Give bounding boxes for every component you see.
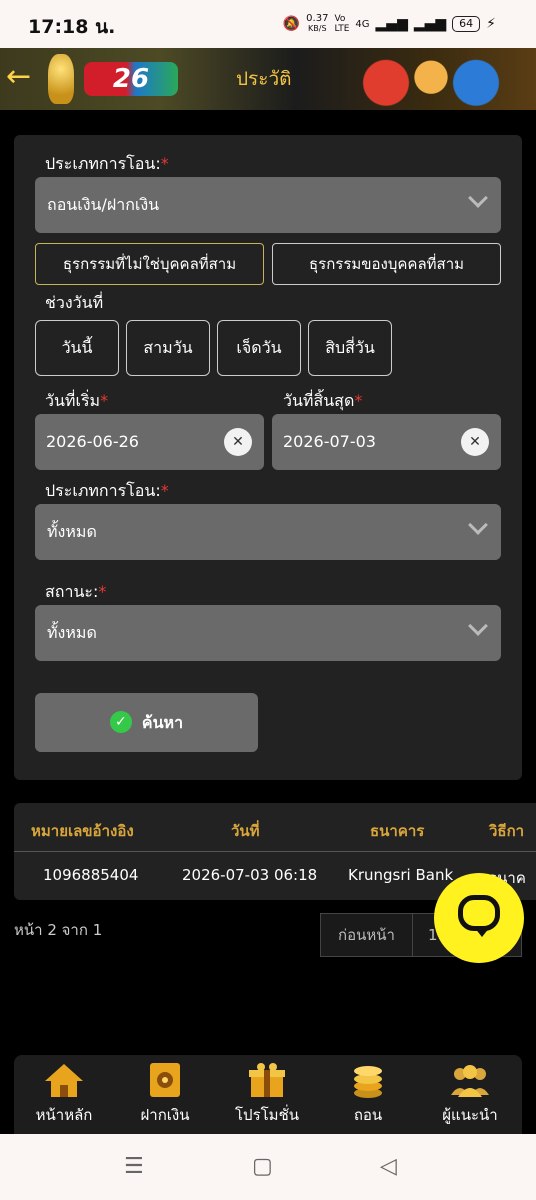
signal-icon: ▂▄▆ <box>375 16 408 32</box>
status-value: ทั้งหมด <box>47 623 97 642</box>
network-speed: 0.37 KB/S <box>306 14 328 34</box>
column-header-method: วิธีกา <box>489 822 525 840</box>
speed-unit: KB/S <box>308 24 327 33</box>
search-button[interactable]: ✓ ค้นหา <box>35 693 258 752</box>
required-mark: * <box>100 391 109 410</box>
nav-home[interactable]: หน้าหลัก <box>14 1061 114 1127</box>
nav-deposit-label: ฝากเงิน <box>140 1106 190 1124</box>
required-mark: * <box>354 391 363 410</box>
column-header-bank: ธนาคาร <box>370 822 425 840</box>
clear-end-date-icon[interactable]: ✕ <box>461 428 489 456</box>
status-label-text: สถานะ: <box>45 582 99 601</box>
menu-icon[interactable]: ☰ <box>124 1154 144 1179</box>
search-button-label: ค้นหา <box>141 713 184 732</box>
transfer-type-label-text: ประเภทการโอน: <box>45 154 161 173</box>
range-seven-days-button[interactable]: เจ็ดวัน <box>217 320 301 376</box>
chevron-down-icon <box>468 515 488 535</box>
mascots-image <box>356 52 506 108</box>
trophy-icon <box>48 54 74 104</box>
start-date-field[interactable]: 2026-06-26 ✕ <box>35 414 264 470</box>
date-range-label: ช่วงวันที่ <box>45 293 104 312</box>
tab-third-party[interactable]: ธุรกรรมของบุคคลที่สาม <box>272 243 501 285</box>
end-date-value: 2026-07-03 <box>283 432 376 451</box>
start-date-label: วันที่เริ่ม* <box>45 389 108 414</box>
table-cell-bank: Krungsri Bank <box>348 866 454 884</box>
end-date-field[interactable]: 2026-07-03 ✕ <box>272 414 501 470</box>
chat-button[interactable] <box>434 873 524 963</box>
nav-promotion-label: โปรโมชั่น <box>234 1106 299 1124</box>
range-fourteen-days-button[interactable]: สิบสี่วัน <box>308 320 392 376</box>
mute-icon: 🔕 <box>282 16 301 32</box>
coins-icon <box>347 1061 389 1099</box>
table-cell-reference: 1096885404 <box>43 866 139 884</box>
signal-icon-2: ▂▄▆ <box>413 16 447 32</box>
back-triangle-icon[interactable]: ◁ <box>380 1154 397 1179</box>
speed-value: 0.37 <box>306 13 329 24</box>
type-label-text: ประเภทการโอน: <box>45 481 161 500</box>
home-square-icon[interactable]: ▢ <box>252 1154 273 1179</box>
column-header-date: วันที่ <box>231 822 260 840</box>
range-three-days-button[interactable]: สามวัน <box>126 320 210 376</box>
start-date-label-text: วันที่เริ่ม <box>45 391 101 410</box>
transfer-type-select[interactable]: ถอนเงิน/ฝากเงิน <box>35 177 501 233</box>
people-icon <box>449 1061 491 1099</box>
nav-withdraw-label: ถอน <box>353 1106 383 1124</box>
type-select[interactable]: ทั้งหมด <box>35 504 501 560</box>
status-icons: 🔕 0.37 KB/S Vo LTE 4G ▂▄▆ ▂▄▆ 64 ⚡ <box>282 14 496 35</box>
filter-card: ประเภทการโอน:* ถอนเงิน/ฝากเงิน ธุรกรรมที… <box>14 135 522 780</box>
home-icon <box>43 1061 85 1099</box>
type-label: ประเภทการโอน:* <box>45 479 169 504</box>
status-bar: 17:18 น. 🔕 0.37 KB/S Vo LTE 4G ▂▄▆ ▂▄▆ 64… <box>0 0 536 48</box>
chevron-down-icon <box>468 188 488 208</box>
clear-start-date-icon[interactable]: ✕ <box>224 428 252 456</box>
header-banner: ← 26 ประวัติ <box>0 48 536 110</box>
nav-home-label: หน้าหลัก <box>35 1106 93 1124</box>
nav-deposit[interactable]: ฝากเงิน <box>115 1061 215 1127</box>
nav-referrer-label: ผู้แนะนำ <box>442 1106 498 1124</box>
end-date-label: วันที่สิ้นสุด* <box>283 389 362 414</box>
chevron-down-icon <box>468 616 488 636</box>
range-today-button[interactable]: วันนี้ <box>35 320 119 376</box>
status-time: 17:18 น. <box>28 16 116 38</box>
chat-bubble-tail <box>474 927 490 937</box>
safe-icon <box>144 1061 186 1099</box>
status-select[interactable]: ทั้งหมด <box>35 605 501 661</box>
bottom-nav: หน้าหลัก ฝากเงิน โปรโมชั่น ถอน ผู้แนะนำ <box>14 1055 522 1134</box>
required-mark: * <box>160 154 169 173</box>
page-title: ประวัติ <box>236 68 292 90</box>
required-mark: * <box>98 582 107 601</box>
status-label: สถานะ:* <box>45 580 106 605</box>
gift-icon <box>246 1061 288 1099</box>
battery-icon: 64 <box>452 16 481 32</box>
back-arrow-icon[interactable]: ← <box>6 62 46 96</box>
required-mark: * <box>160 481 169 500</box>
prev-page-button[interactable]: ก่อนหน้า <box>320 913 413 957</box>
network-type: 4G <box>355 18 370 30</box>
nav-referrer[interactable]: ผู้แนะนำ <box>420 1061 520 1127</box>
pagination-info: หน้า 2 จาก 1 <box>14 921 103 939</box>
start-date-value: 2026-06-26 <box>46 432 139 451</box>
type-value: ทั้งหมด <box>47 522 97 541</box>
tab-non-third-party[interactable]: ธุรกรรมที่ไม่ใช่บุคคลที่สาม <box>35 243 264 285</box>
world-cup-logo: 26 <box>84 62 178 96</box>
system-nav-bar: ☰ ▢ ◁ <box>0 1134 536 1200</box>
check-circle-icon: ✓ <box>109 711 132 733</box>
charging-icon: ⚡ <box>486 16 496 32</box>
transfer-type-label: ประเภทการโอน:* <box>45 152 169 177</box>
chat-bubble-icon <box>458 895 500 931</box>
table-divider <box>14 851 536 852</box>
table-cell-date: 2026-07-03 06:18 <box>182 866 318 884</box>
nav-promotion[interactable]: โปรโมชั่น <box>217 1061 317 1127</box>
column-header-reference: หมายเลขอ้างอิง <box>31 822 134 840</box>
nav-withdraw[interactable]: ถอน <box>318 1061 418 1127</box>
end-date-label-text: วันที่สิ้นสุด <box>283 391 355 410</box>
volte-icon: Vo LTE <box>334 14 350 34</box>
transfer-type-value: ถอนเงิน/ฝากเงิน <box>47 195 160 214</box>
